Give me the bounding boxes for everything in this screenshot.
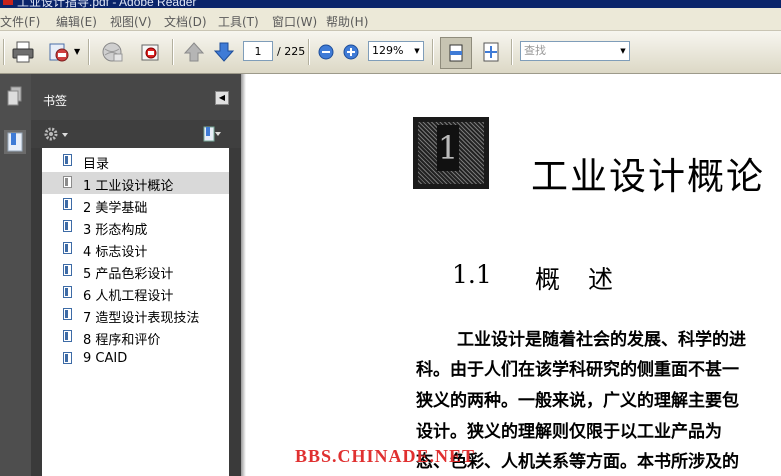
menu-view[interactable]: 视图(V) [110, 13, 152, 30]
chevron-down-icon[interactable]: ▼ [411, 42, 423, 60]
bookmark-icon [63, 176, 72, 188]
bookmark-tree: 目录 1 工业设计概论 2 美学基础 3 形态构成 4 标志设计 5 产品色彩设… [42, 148, 229, 476]
page-total: / 225 [277, 45, 306, 58]
find-placeholder: 查找 [524, 44, 546, 57]
bookmark-icon [63, 264, 72, 276]
chevron-down-icon[interactable]: ▼ [617, 42, 629, 60]
zoom-out-icon[interactable] [316, 40, 336, 64]
bookmark-label: 3 形态构成 [83, 223, 148, 238]
menu-window[interactable]: 窗口(W) [272, 13, 317, 30]
bookmark-label: 目录 [83, 157, 110, 172]
bookmark-item[interactable]: 6 人机工程设计 [42, 282, 229, 304]
bookmark-label: 6 人机工程设计 [83, 289, 174, 304]
previous-page-icon[interactable] [181, 40, 207, 64]
toolbar-separator [432, 39, 434, 65]
menu-document[interactable]: 文档(D) [164, 13, 207, 30]
watermark: BBS.CHINADE.NET [295, 446, 476, 466]
next-page-icon[interactable] [211, 40, 237, 64]
email-icon[interactable] [46, 40, 72, 64]
bookmark-icon [63, 308, 72, 320]
bookmarks-panel-button[interactable] [4, 130, 26, 154]
zoom-level-select[interactable]: 129% ▼ [368, 41, 424, 61]
toolbar-separator [308, 39, 310, 65]
document-view[interactable]: 1 工业设计概论 1.1 概述 工业设计是随着社会的发展、科学的进 科。由于人们… [241, 74, 781, 476]
single-page-view-icon [449, 44, 463, 62]
bookmark-icon [63, 198, 72, 210]
menu-edit[interactable]: 编辑(E) [56, 13, 97, 30]
bookmark-item[interactable]: 目录 [42, 150, 229, 172]
single-page-view-button[interactable] [440, 37, 472, 69]
window-title: 工业设计指导.pdf - Adobe Reader [17, 0, 197, 8]
page-shadow [241, 74, 246, 476]
bookmark-item[interactable]: 5 产品色彩设计 [42, 260, 229, 282]
bookmark-item[interactable]: 7 造型设计表现技法 [42, 304, 229, 326]
print-icon[interactable] [10, 40, 36, 64]
bookmark-icon [63, 242, 72, 254]
bookmarks-icon [7, 132, 23, 152]
pages-panel-button[interactable] [4, 84, 26, 108]
collapse-panel-button[interactable]: ◀ [215, 91, 229, 105]
bookmark-label: 2 美学基础 [83, 201, 148, 216]
bookmark-icon [63, 154, 72, 166]
zoom-level-value: 129% [372, 44, 404, 57]
bookmark-item-selected[interactable]: 1 工业设计概论 [42, 172, 229, 194]
paragraph-line: 工业设计是随着社会的发展、科学的进 [457, 330, 746, 350]
panel-toolbar [31, 120, 241, 148]
bookmark-item[interactable]: 3 形态构成 [42, 216, 229, 238]
title-bar: 工业设计指导.pdf - Adobe Reader [0, 0, 781, 8]
bookmark-icon [63, 330, 72, 342]
globe-icon[interactable] [100, 40, 126, 64]
toolbar-separator [88, 39, 90, 65]
bookmark-icon [63, 286, 72, 298]
options-gear-icon[interactable] [43, 126, 71, 142]
page-number-input[interactable]: 1 [243, 41, 273, 61]
bookmark-item[interactable]: 8 程序和评价 [42, 326, 229, 348]
menu-file[interactable]: 文件(F) [0, 13, 40, 30]
pages-icon [7, 86, 22, 106]
bookmark-item[interactable]: 4 标志设计 [42, 238, 229, 260]
bookmark-item[interactable]: 2 美学基础 [42, 194, 229, 216]
menu-bar: 文件(F) 编辑(E) 视图(V) 文档(D) 工具(T) 窗口(W) 帮助(H… [0, 8, 781, 31]
email-dropdown-arrow[interactable]: ▼ [74, 47, 80, 71]
panel-title: 书签 [43, 94, 68, 108]
bookmark-icon [63, 220, 72, 232]
find-input[interactable]: 查找 ▼ [520, 41, 630, 61]
toolbar: ▼ 1 / 225 129% ▼ 查找 ▼ [0, 31, 781, 74]
toolbar-separator [172, 39, 174, 65]
secure-icon[interactable] [138, 40, 164, 64]
new-bookmark-icon[interactable] [201, 125, 223, 143]
adobe-reader-icon [3, 0, 13, 5]
toolbar-separator [511, 39, 513, 65]
paragraph-line: 设计。狭义的理解则仅限于以工业产品为 [416, 422, 722, 442]
bookmark-label: 7 造型设计表现技法 [83, 311, 200, 326]
menu-help[interactable]: 帮助(H) [326, 13, 368, 30]
zoom-in-icon[interactable] [341, 40, 361, 64]
bookmark-item[interactable]: 9 CAID [42, 348, 229, 370]
chapter-number: 1 [437, 125, 459, 171]
section-title: 概述 [535, 265, 642, 294]
chapter-number-block: 1 [413, 117, 489, 189]
panel-header: 书签 ◀ [31, 74, 241, 120]
bookmark-label: 8 程序和评价 [83, 333, 161, 348]
paragraph-line: 科。由于人们在该学科研究的侧重面不甚一 [416, 360, 739, 380]
chapter-title: 工业设计概论 [531, 155, 765, 198]
bookmarks-panel: 书签 ◀ 目录 1 工业设计概论 2 美学基础 3 形态构成 4 标志设计 5 … [31, 74, 241, 476]
navigation-strip [0, 74, 31, 476]
section-number: 1.1 [452, 260, 492, 289]
paragraph-line: 狭义的两种。一般来说，广义的理解主要包 [416, 391, 739, 411]
bookmark-icon [63, 352, 72, 364]
bookmark-label: 1 工业设计概论 [83, 179, 174, 194]
bookmark-label: 9 CAID [83, 351, 128, 366]
fit-page-icon[interactable] [478, 40, 504, 64]
toolbar-grip [3, 39, 5, 65]
menu-tools[interactable]: 工具(T) [218, 13, 259, 30]
bookmark-label: 4 标志设计 [83, 245, 148, 260]
bookmark-label: 5 产品色彩设计 [83, 267, 174, 282]
